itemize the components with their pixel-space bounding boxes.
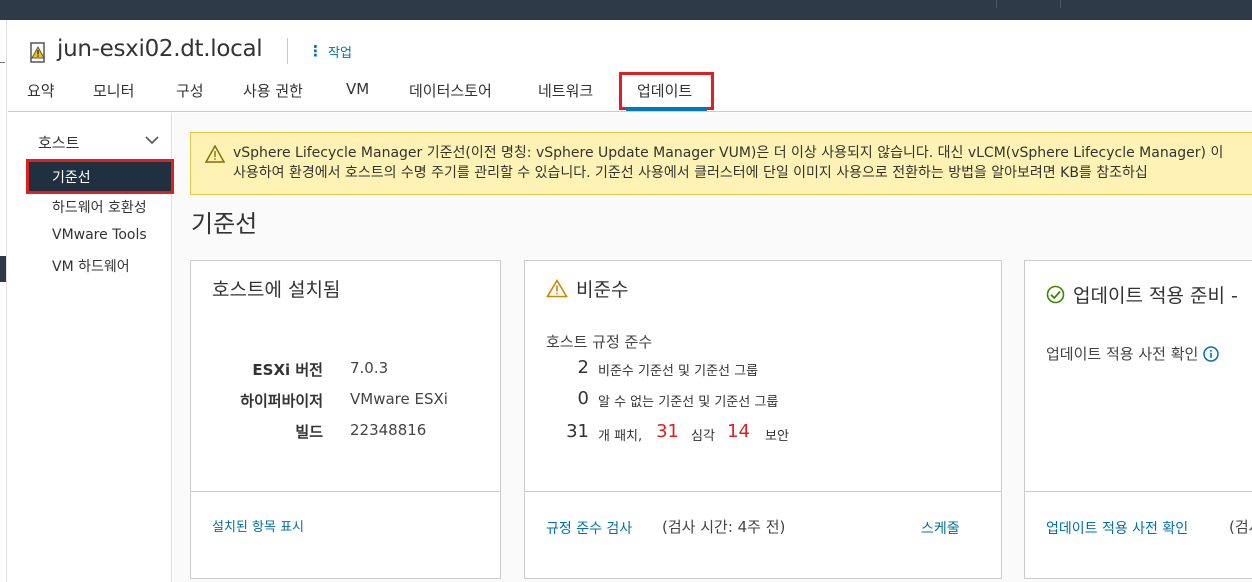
kebab-menu-icon: ⋮ (308, 42, 323, 60)
check-compliance-link[interactable]: 규정 준수 검사 (546, 518, 632, 538)
critical-label: 심각 (691, 429, 715, 444)
card-footer: 설치된 항목 표시 (191, 491, 500, 578)
security-label: 보안 (765, 429, 789, 444)
remediation-status-title: 업데이트 적용 준비 - (1073, 285, 1238, 307)
actions-menu-button[interactable]: ⋮ 작업 (308, 42, 352, 62)
info-icon[interactable] (1203, 345, 1220, 362)
alert-message: vSphere Lifecycle Manager 기준선(이전 명칭: vSp… (233, 143, 1223, 183)
sidebar-item-baselines[interactable]: 기준선 (26, 159, 174, 194)
check-circle-icon (1046, 285, 1065, 304)
card-title: 업데이트 적용 준비 - (1046, 281, 1238, 308)
tab-networks[interactable]: 네트워크 (538, 80, 593, 101)
active-tab-indicator (626, 108, 707, 111)
tab-highlight-annotation (619, 72, 714, 110)
row-label: 비준수 기준선 및 기준선 그룹 (598, 364, 759, 379)
compliance-status-title: 비준수 (576, 279, 629, 301)
precheck-label: 업데이트 적용 사전 확인 (1046, 345, 1199, 363)
warning-icon (546, 279, 568, 298)
sidebar-section-host[interactable]: 호스트 (38, 132, 79, 153)
warning-icon (205, 145, 225, 163)
field-label: 빌드 (295, 423, 323, 441)
compliance-card: 비준수 호스트 규정 준수 2 비준수 기준선 및 기준선 그룹 0 알 수 없… (524, 260, 1002, 579)
header-divider (287, 38, 288, 64)
field-value: 7.0.3 (350, 359, 389, 377)
sidebar-item-vm-hardware[interactable]: VM 하드웨어 (52, 256, 130, 276)
main-content: vSphere Lifecycle Manager 기준선(이전 명칭: vSp… (174, 113, 1252, 582)
tab-datastores[interactable]: 데이터스토어 (409, 80, 492, 101)
page-title: 기준선 (191, 210, 258, 238)
precheck-row: 업데이트 적용 사전 확인 (1046, 343, 1220, 364)
schedule-link[interactable]: 스케줄 (921, 518, 960, 538)
host-warning-icon (30, 42, 45, 63)
count-value: 0 (577, 388, 589, 409)
alert-line-1: vSphere Lifecycle Manager 기준선(이전 명칭: vSp… (233, 145, 1224, 161)
card-footer: 업데이트 적용 사전 확인 (검사 (1025, 491, 1252, 578)
host-compliance-label: 호스트 규정 준수 (546, 333, 653, 351)
card-title: 비준수 (546, 275, 628, 302)
field-value: VMware ESXi (350, 390, 448, 408)
actions-label: 작업 (328, 46, 352, 61)
critical-count: 31 (656, 421, 679, 442)
installed-on-host-card: 호스트에 설치됨 ESXi 버전 7.0.3 하이퍼바이저 VMware ESX… (190, 260, 501, 579)
show-installed-items-link[interactable]: 설치된 항목 표시 (212, 516, 304, 535)
tab-monitor[interactable]: 모니터 (93, 80, 134, 101)
alert-line-2: 사용하여 환경에서 호스트의 수명 주기를 관리할 수 있습니다. 기준선 사용… (233, 165, 1148, 181)
inventory-pane-edge (0, 20, 7, 582)
tab-permissions[interactable]: 사용 권한 (243, 80, 303, 101)
precheck-time: (검사 (1229, 518, 1252, 536)
last-check-time: (검사 시간: 4주 전) (662, 518, 786, 536)
selected-inventory-marker (0, 256, 6, 282)
field-label: 하이퍼바이저 (240, 392, 323, 410)
patches-label: 개 패치, (598, 429, 643, 444)
top-navigation-bar (0, 0, 1252, 20)
field-value: 22348816 (350, 421, 427, 439)
tab-configure[interactable]: 구성 (176, 80, 204, 101)
pane-marker (0, 62, 5, 63)
field-label: ESXi 버전 (252, 361, 323, 379)
tab-vms[interactable]: VM (346, 80, 369, 98)
deprecation-alert-banner: vSphere Lifecycle Manager 기준선(이전 명칭: vSp… (190, 132, 1252, 195)
security-count: 14 (727, 421, 750, 442)
card-title: 호스트에 설치됨 (212, 279, 341, 301)
tab-summary[interactable]: 요약 (27, 80, 55, 101)
card-footer: 규정 준수 검사 (검사 시간: 4주 전) 스케줄 (525, 491, 1001, 578)
sidebar-item-vmware-tools[interactable]: VMware Tools (52, 227, 147, 243)
precheck-remediation-link[interactable]: 업데이트 적용 사전 확인 (1046, 518, 1188, 538)
sidebar-item-hardware-compatibility[interactable]: 하드웨어 호환성 (52, 197, 147, 217)
topbar-divider (996, 0, 997, 8)
count-value: 2 (577, 357, 589, 378)
host-name-title: jun-esxi02.dt.local (57, 36, 263, 62)
updates-side-navigation: 호스트 기준선 하드웨어 호환성 VMware Tools VM 하드웨어 (8, 113, 174, 582)
remediation-readiness-card: 업데이트 적용 준비 - 업데이트 적용 사전 확인 업데이트 적용 사전 확인… (1024, 260, 1252, 579)
object-header: jun-esxi02.dt.local ⋮ 작업 요약 모니터 구성 사용 권한… (8, 20, 1252, 112)
patch-count: 31 (566, 421, 589, 442)
chevron-down-icon[interactable] (145, 135, 159, 145)
topbar-divider (1060, 0, 1061, 8)
row-label: 알 수 없는 기준선 및 기준선 그룹 (598, 395, 779, 410)
